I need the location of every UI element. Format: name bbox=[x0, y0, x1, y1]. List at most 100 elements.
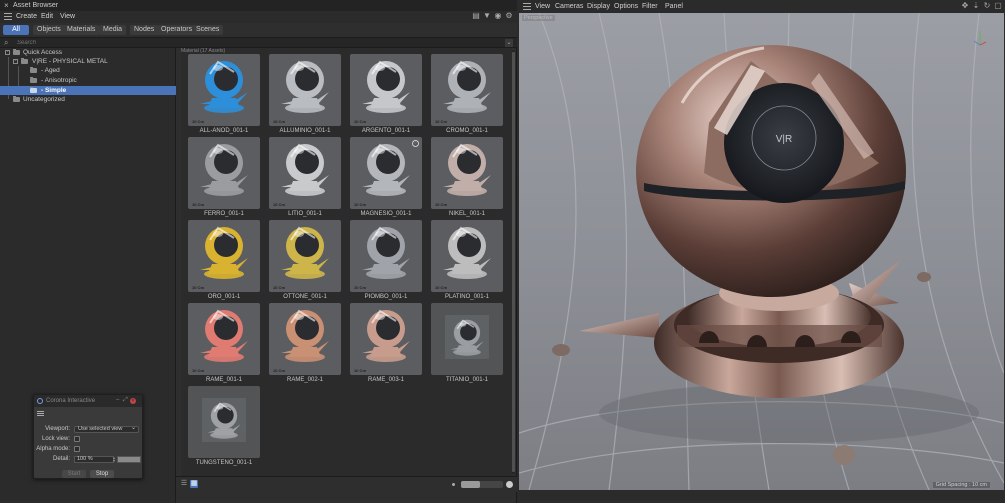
asset-label: NIKEL_001-1 bbox=[448, 211, 486, 217]
collapse-toggle-icon[interactable]: - bbox=[5, 50, 10, 55]
menu-view[interactable]: View bbox=[535, 3, 550, 10]
grid-scrollbar[interactable] bbox=[512, 50, 515, 474]
grid-view-icon[interactable]: ▦ bbox=[190, 480, 198, 488]
thumbnail-size-slider[interactable] bbox=[461, 481, 503, 488]
favorite-icon[interactable]: ♡ bbox=[412, 140, 419, 147]
thumbnail-scale-tag: 10 Cm bbox=[192, 202, 205, 207]
asset-thumbnail[interactable] bbox=[188, 386, 260, 458]
menu-display[interactable]: Display bbox=[587, 3, 610, 10]
asset-thumbnail[interactable]: 10 Cm bbox=[269, 303, 341, 375]
tree-item-uncategorized[interactable]: Uncategorized bbox=[0, 95, 176, 104]
tab-operators[interactable]: Operators bbox=[157, 25, 197, 35]
folder-icon bbox=[13, 96, 20, 102]
tab-scenes[interactable]: Scenes bbox=[192, 25, 224, 35]
menu-icon[interactable] bbox=[4, 13, 12, 21]
asset-label: ORO_001-1 bbox=[207, 294, 241, 300]
record-icon[interactable]: ◉ bbox=[494, 12, 502, 20]
start-button[interactable]: Start bbox=[62, 470, 86, 478]
tab-objects[interactable]: Objects bbox=[33, 25, 65, 35]
tree-item-aged[interactable]: - Aged bbox=[0, 66, 176, 75]
asset-thumbnail[interactable]: 10 Cm bbox=[188, 137, 260, 209]
search-input[interactable] bbox=[17, 39, 497, 47]
axis-gizmo-icon bbox=[973, 31, 987, 46]
asset-thumbnail[interactable]: 10 Cm bbox=[350, 303, 422, 375]
menu-icon[interactable] bbox=[37, 411, 44, 417]
tree-item-simple[interactable]: - Simple bbox=[0, 86, 176, 95]
menu-edit[interactable]: Edit bbox=[41, 13, 53, 20]
minimize-icon[interactable]: – bbox=[116, 397, 119, 403]
zoom-view-icon[interactable]: ⇣ bbox=[972, 2, 980, 10]
detail-row: Detail: 100 % ▴ ▾ bbox=[34, 455, 142, 464]
asset-thumbnail[interactable]: 10 Cm bbox=[431, 137, 503, 209]
asset-thumbnail[interactable]: 10 Cm bbox=[188, 54, 260, 126]
list-view-icon[interactable]: ☰ bbox=[180, 480, 188, 488]
search-options-dropdown[interactable]: ⌄ bbox=[505, 39, 513, 47]
lock-view-checkbox[interactable] bbox=[74, 436, 80, 442]
collapse-toggle-icon[interactable]: - bbox=[13, 59, 18, 64]
stop-button[interactable]: Stop bbox=[90, 470, 114, 478]
asset-thumbnail[interactable]: 10 Cm bbox=[269, 220, 341, 292]
tree-item-physical-metal[interactable]: - V|RE - PHYSICAL METAL bbox=[0, 57, 176, 66]
tree-item-label: Uncategorized bbox=[23, 96, 65, 103]
alpha-mode-checkbox[interactable] bbox=[74, 446, 80, 452]
tree-item-label: - Simple bbox=[41, 87, 67, 94]
close-icon[interactable]: × bbox=[4, 1, 9, 10]
folder-icon bbox=[30, 87, 37, 93]
pin-icon[interactable]: ⤢ bbox=[123, 397, 128, 404]
layout-icon[interactable]: ▤ bbox=[472, 12, 480, 20]
large-size-icon[interactable] bbox=[506, 481, 513, 488]
menu-view[interactable]: View bbox=[60, 13, 75, 20]
asset-label: OTTONE_001-1 bbox=[283, 294, 327, 300]
menu-panel[interactable]: Panel bbox=[665, 3, 683, 10]
material-preview-icon bbox=[362, 143, 410, 196]
settings-icon[interactable]: ⚙ bbox=[505, 12, 513, 20]
tab-materials[interactable]: Materials bbox=[63, 25, 100, 35]
tree-item-anisotropic[interactable]: - Anisotropic bbox=[0, 76, 176, 85]
asset-thumbnail[interactable]: 10 Cm bbox=[431, 54, 503, 126]
filter-icon[interactable]: ▼ bbox=[483, 12, 491, 20]
folder-icon bbox=[13, 49, 20, 55]
scene-logo-text: V|R bbox=[776, 134, 793, 145]
menu-filter[interactable]: Filter bbox=[642, 3, 658, 10]
menu-options[interactable]: Options bbox=[614, 3, 638, 10]
tree-item-quick-access[interactable]: - Quick Access bbox=[0, 48, 176, 57]
menu-icon[interactable] bbox=[523, 3, 531, 11]
render-viewport[interactable]: V|R Perspective Grid Spacing : 10 cm bbox=[519, 13, 1004, 490]
asset-thumbnail[interactable]: 10 Cm bbox=[269, 137, 341, 209]
viewport-select[interactable]: Use selected view bbox=[74, 426, 139, 433]
dialog-titlebar[interactable]: Corona Interactive – ⤢ × bbox=[34, 395, 142, 407]
asset-thumbnail[interactable]: 10 Cm bbox=[188, 220, 260, 292]
asset-thumbnail[interactable]: 10 Cm bbox=[350, 220, 422, 292]
material-preview-icon bbox=[200, 309, 248, 362]
thumbnail-scale-tag: 10 Cm bbox=[354, 202, 367, 207]
asset-label: RAME_002-1 bbox=[286, 377, 324, 383]
asset-thumbnail[interactable]: 10 Cm bbox=[188, 303, 260, 375]
folder-icon bbox=[30, 67, 37, 73]
menu-create[interactable]: Create bbox=[16, 13, 37, 20]
detail-slider[interactable] bbox=[117, 456, 141, 463]
detail-input[interactable]: 100 % bbox=[74, 456, 114, 463]
asset-thumbnail[interactable]: 10 Cm bbox=[350, 137, 422, 209]
tree-item-label: - Aged bbox=[41, 67, 60, 74]
tab-all[interactable]: All bbox=[3, 25, 29, 35]
rotate-view-icon[interactable]: ↻ bbox=[983, 2, 991, 10]
camera-label: Perspective bbox=[522, 15, 555, 21]
menu-cameras[interactable]: Cameras bbox=[555, 3, 583, 10]
asset-thumbnail[interactable] bbox=[431, 303, 503, 375]
maximize-view-icon[interactable]: ▢ bbox=[994, 2, 1002, 10]
tab-media[interactable]: Media bbox=[99, 25, 127, 35]
close-icon[interactable]: × bbox=[130, 398, 136, 404]
grid-spacing-readout: Grid Spacing : 10 cm bbox=[932, 482, 990, 488]
asset-label: PLATINO_001-1 bbox=[445, 294, 489, 300]
asset-label: FERRO_001-1 bbox=[204, 211, 244, 217]
tab-nodes[interactable]: Nodes bbox=[130, 25, 159, 35]
detail-stepper[interactable]: ▴ ▾ bbox=[113, 456, 116, 463]
move-view-icon[interactable]: ✥ bbox=[961, 2, 969, 10]
scrollbar-thumb[interactable] bbox=[512, 52, 515, 472]
asset-thumbnail[interactable]: 10 Cm bbox=[269, 54, 341, 126]
material-preview-icon bbox=[281, 226, 329, 279]
asset-thumbnail[interactable]: 10 Cm bbox=[350, 54, 422, 126]
small-size-icon[interactable] bbox=[452, 483, 455, 486]
material-preview-icon bbox=[362, 226, 410, 279]
asset-thumbnail[interactable]: 10 Cm bbox=[431, 220, 503, 292]
